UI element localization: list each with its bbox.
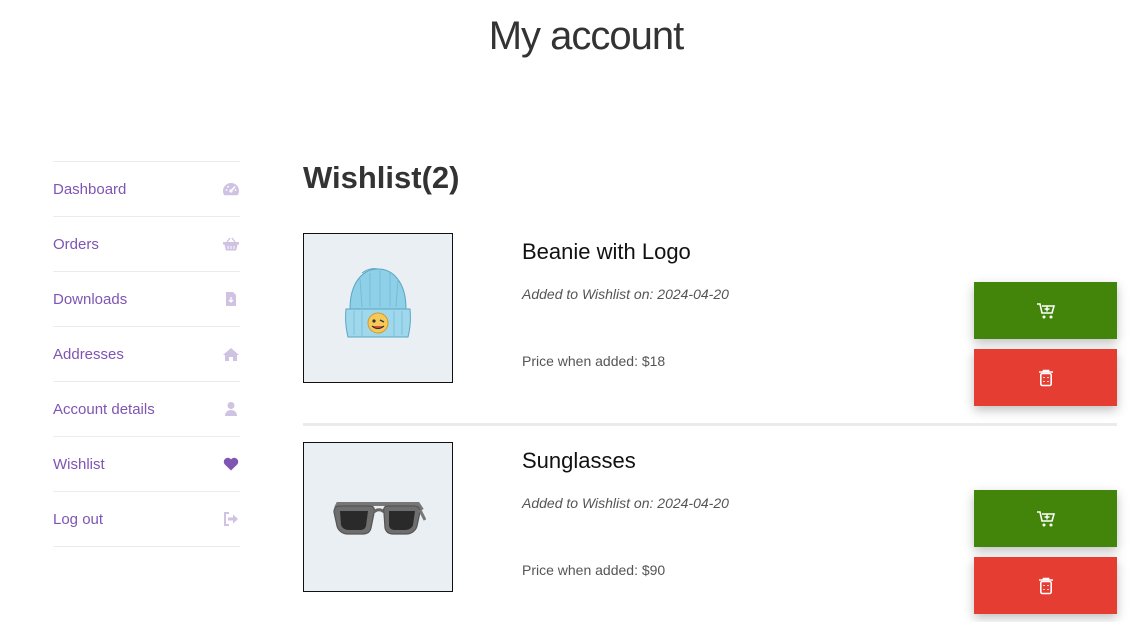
added-date: Added to Wishlist on: 2024-04-20 [522, 495, 729, 511]
sidebar-item-label[interactable]: Log out [53, 511, 103, 528]
sidebar-item-label[interactable]: Dashboard [53, 181, 126, 198]
sidebar-item-wishlist[interactable]: Wishlist [53, 437, 240, 492]
product-thumbnail[interactable] [303, 442, 453, 592]
sidebar-item-label[interactable]: Downloads [53, 291, 127, 308]
sidebar-item-label[interactable]: Orders [53, 236, 99, 253]
sunglasses-image [333, 502, 426, 535]
sidebar-item-log-out[interactable]: Log out [53, 492, 240, 547]
home-icon [222, 345, 240, 363]
remove-from-wishlist-button[interactable] [974, 349, 1117, 406]
page-title: My account [488, 14, 685, 58]
product-thumbnail[interactable] [303, 233, 453, 383]
add-to-cart-button[interactable] [974, 490, 1117, 547]
product-name[interactable]: Sunglasses [522, 448, 636, 474]
sidebar-item-label[interactable]: Wishlist [53, 456, 105, 473]
dashboard-gauge-icon [222, 180, 240, 198]
sidebar-item-addresses[interactable]: Addresses [53, 327, 240, 382]
remove-from-wishlist-button[interactable] [974, 557, 1117, 614]
my-account-page: My account Dashboard Orders Downloads Ad… [0, 0, 1134, 622]
basket-icon [222, 235, 240, 253]
sidebar-item-downloads[interactable]: Downloads [53, 272, 240, 327]
trash-icon [1038, 577, 1053, 594]
price-when-added: Price when added: $90 [522, 562, 666, 578]
wishlist-item: Sunglasses Added to Wishlist on: 2024-04… [303, 442, 1117, 622]
added-date: Added to Wishlist on: 2024-04-20 [522, 286, 729, 302]
heart-icon [222, 455, 240, 473]
user-icon [222, 400, 240, 418]
sidebar-item-account-details[interactable]: Account details [53, 382, 240, 437]
product-name[interactable]: Beanie with Logo [522, 239, 691, 265]
add-to-cart-button[interactable] [974, 282, 1117, 339]
wishlist-item: Beanie with Logo Added to Wishlist on: 2… [303, 233, 1117, 426]
file-download-icon [222, 290, 240, 308]
sign-out-icon [222, 510, 240, 528]
account-navigation: Dashboard Orders Downloads Addresses Acc… [53, 161, 240, 547]
sidebar-item-label[interactable]: Account details [53, 401, 155, 418]
sidebar-item-orders[interactable]: Orders [53, 217, 240, 272]
price-when-added: Price when added: $18 [522, 353, 666, 369]
sidebar-item-dashboard[interactable]: Dashboard [53, 162, 240, 217]
wishlist-heading: Wishlist(2) [303, 160, 460, 195]
cart-plus-icon [1036, 302, 1055, 318]
sidebar-item-label[interactable]: Addresses [53, 346, 124, 363]
beanie-image [345, 268, 411, 338]
cart-plus-icon [1036, 510, 1055, 526]
trash-icon [1038, 369, 1053, 386]
